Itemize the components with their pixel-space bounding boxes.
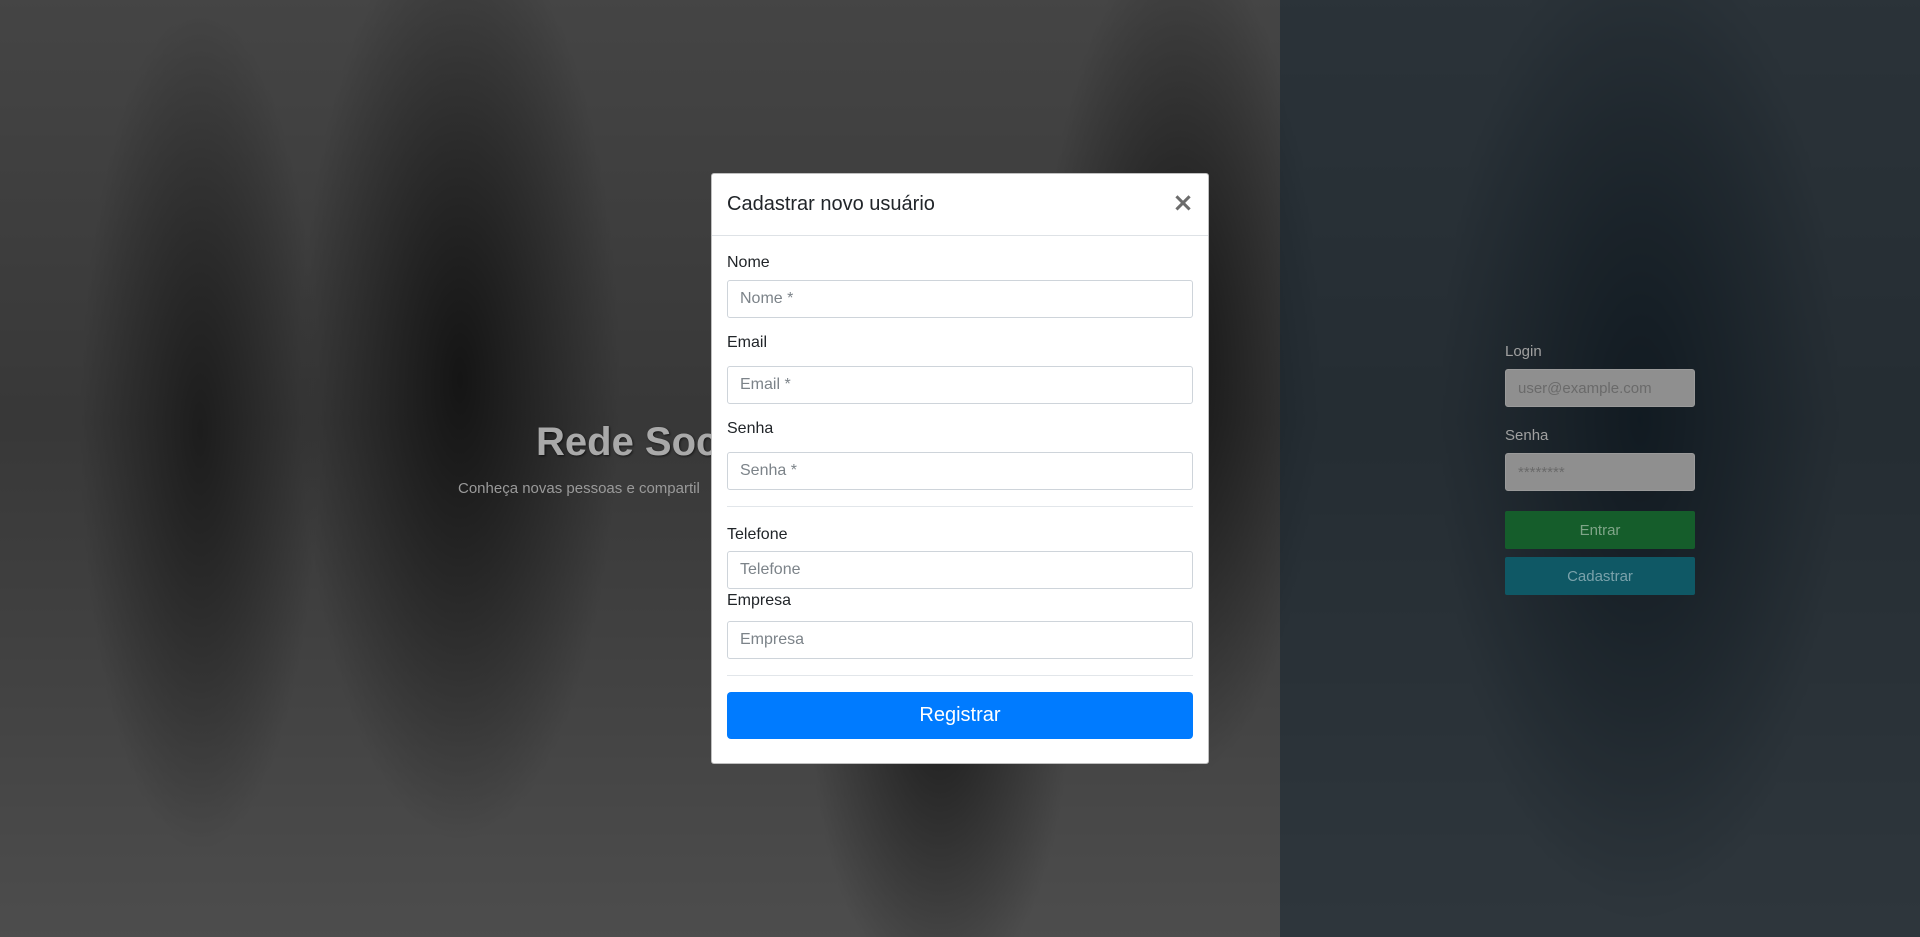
- senha-label: Senha: [727, 420, 774, 437]
- login-input[interactable]: [1505, 369, 1695, 407]
- telefone-input[interactable]: [727, 551, 1193, 589]
- register-button[interactable]: Cadastrar: [1505, 557, 1695, 595]
- email-input[interactable]: [727, 366, 1193, 404]
- nome-input[interactable]: [727, 280, 1193, 318]
- modal-title: Cadastrar novo usuário: [727, 193, 935, 215]
- empresa-input[interactable]: [727, 621, 1193, 659]
- login-label: Login: [1505, 343, 1542, 360]
- senha-input[interactable]: [727, 452, 1193, 490]
- password-input[interactable]: [1505, 453, 1695, 491]
- password-label: Senha: [1505, 427, 1549, 444]
- empresa-label: Empresa: [727, 592, 792, 609]
- login-panel: Login Senha Entrar Cadastrar: [1505, 343, 1695, 595]
- email-label: Email: [727, 334, 768, 351]
- register-submit-button[interactable]: Registrar: [727, 692, 1193, 739]
- modal-body: Nome Email Senha Telefone Empresa Regist…: [712, 236, 1208, 739]
- modal-header: Cadastrar novo usuário ×: [712, 174, 1208, 236]
- enter-button[interactable]: Entrar: [1505, 511, 1695, 549]
- register-modal: Cadastrar novo usuário × Nome Email Senh…: [711, 173, 1209, 764]
- telefone-label: Telefone: [727, 526, 788, 543]
- close-icon[interactable]: ×: [1172, 190, 1194, 216]
- nome-label: Nome: [727, 254, 770, 271]
